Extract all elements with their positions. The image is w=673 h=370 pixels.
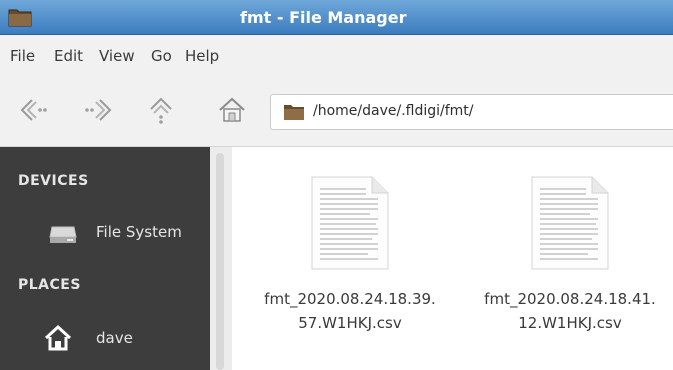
folder-icon (283, 103, 305, 125)
file-item[interactable]: fmt_2020.08.24.18.41. 12.W1HKJ.csv (460, 175, 673, 365)
sidebar: DEVICES File System PLACES dave (0, 147, 210, 370)
file-name: fmt_2020.08.24.18.41. 12.W1HKJ.csv (460, 287, 673, 335)
back-arrow-icon (18, 96, 50, 128)
file-name-line: 12.W1HKJ.csv (518, 314, 622, 332)
file-view[interactable]: fmt_2020.08.24.18.39. 57.W1HKJ.csv fmt_2… (232, 147, 673, 370)
forward-button[interactable] (80, 94, 116, 130)
up-button[interactable] (143, 94, 179, 130)
up-arrow-icon (146, 95, 176, 129)
window-title: fmt - File Manager (240, 8, 407, 27)
sidebar-section-places: PLACES (18, 277, 81, 293)
location-bar[interactable]: /home/dave/.fldigi/fmt/ (270, 94, 673, 130)
menu-bar: File Edit View Go Help (0, 35, 673, 79)
file-item[interactable]: fmt_2020.08.24.18.39. 57.W1HKJ.csv (240, 175, 460, 365)
sidebar-item-label: File System (96, 223, 182, 241)
file-name-line: fmt_2020.08.24.18.41. (484, 290, 656, 308)
menu-view[interactable]: View (99, 47, 135, 65)
sidebar-section-devices: DEVICES (18, 173, 89, 189)
splitter-handle[interactable] (216, 153, 224, 370)
toolbar: /home/dave/.fldigi/fmt/ (0, 80, 673, 147)
document-icon (310, 175, 390, 275)
home-button[interactable] (214, 94, 250, 130)
pane-splitter[interactable] (210, 147, 232, 370)
home-icon (44, 324, 72, 355)
forward-arrow-icon (82, 96, 114, 128)
home-icon (217, 95, 247, 129)
back-button[interactable] (16, 94, 52, 130)
sidebar-item-dave[interactable]: dave (0, 319, 190, 359)
menu-help[interactable]: Help (185, 47, 219, 65)
file-name: fmt_2020.08.24.18.39. 57.W1HKJ.csv (240, 287, 460, 335)
menu-edit[interactable]: Edit (54, 47, 83, 65)
sidebar-item-label: dave (96, 329, 133, 347)
menu-file[interactable]: File (10, 47, 35, 65)
file-name-line: fmt_2020.08.24.18.39. (264, 290, 436, 308)
sidebar-item-file-system[interactable]: File System (0, 213, 190, 253)
file-name-line: 57.W1HKJ.csv (298, 314, 402, 332)
location-path: /home/dave/.fldigi/fmt/ (313, 103, 474, 119)
document-icon (530, 175, 610, 275)
drive-icon (48, 221, 78, 249)
title-bar[interactable]: fmt - File Manager (0, 0, 673, 35)
menu-go[interactable]: Go (151, 47, 172, 65)
